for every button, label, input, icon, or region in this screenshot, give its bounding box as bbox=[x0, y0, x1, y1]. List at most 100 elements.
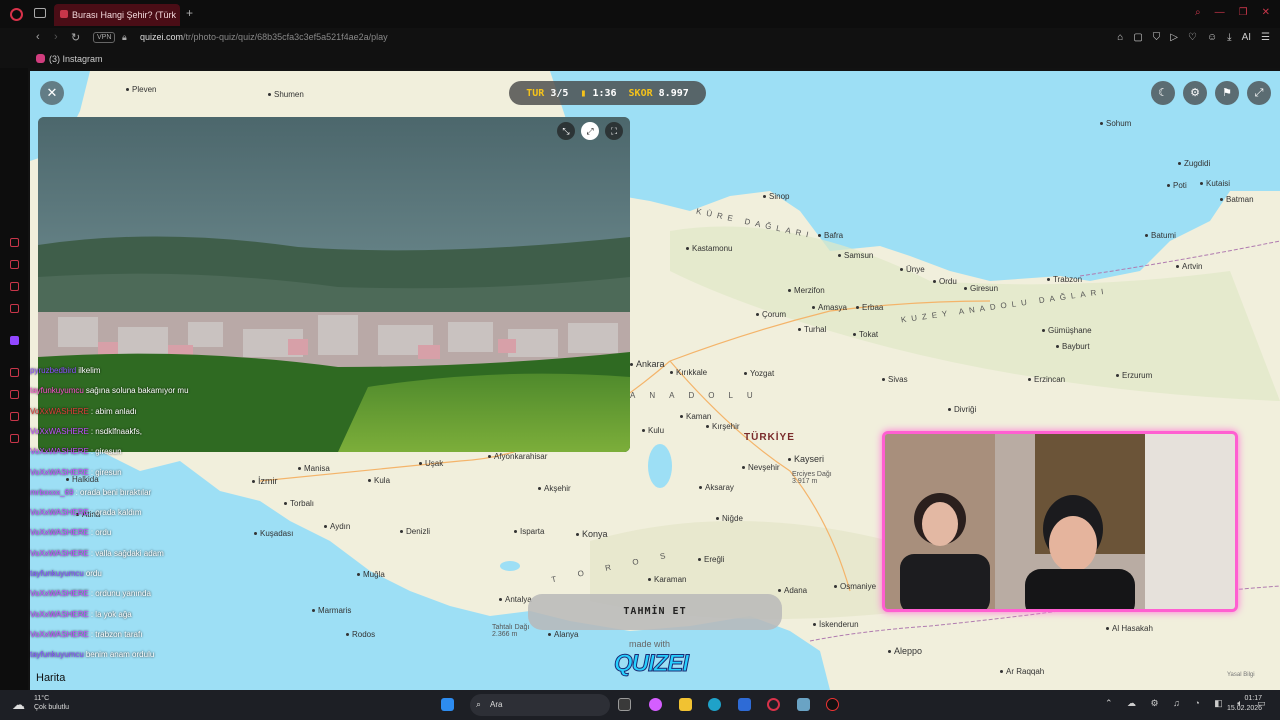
city-label: İskenderun bbox=[813, 620, 859, 629]
start-icon[interactable] bbox=[441, 698, 454, 711]
city-label: Niğde bbox=[716, 514, 743, 523]
chat-username[interactable]: tayfunkuyumcu bbox=[30, 650, 84, 659]
forward-icon[interactable]: › bbox=[54, 31, 58, 43]
made-with-text: made with bbox=[629, 639, 671, 649]
chat-message: VoXxWASHERE: abim anladı bbox=[30, 407, 137, 416]
city-label: Turhal bbox=[798, 325, 826, 334]
clock[interactable]: 01:17 15.02.2026 bbox=[1227, 694, 1262, 714]
copilot-icon[interactable] bbox=[649, 698, 662, 711]
city-label: Alanya bbox=[548, 630, 578, 639]
play-icon[interactable]: ▷ bbox=[1170, 32, 1178, 43]
quizei-logo[interactable]: QUIZEI bbox=[613, 650, 689, 678]
snapshot-icon[interactable]: ⌂ bbox=[1117, 32, 1123, 43]
obs-icon[interactable] bbox=[826, 698, 839, 711]
twitch-icon[interactable] bbox=[10, 336, 19, 345]
close-window-icon[interactable]: ✕ bbox=[1262, 7, 1270, 18]
chat-username[interactable]: VoXxWASHERE bbox=[30, 528, 89, 537]
profile-icon[interactable]: ☺ bbox=[1207, 32, 1217, 43]
tab-overview-icon[interactable] bbox=[34, 8, 46, 18]
gear-icon[interactable]: ⚙ bbox=[1183, 81, 1207, 105]
city-label: Batman bbox=[1220, 195, 1254, 204]
country-label: TÜRKİYE bbox=[744, 432, 795, 443]
file-explorer-icon[interactable] bbox=[679, 698, 692, 711]
heart-icon[interactable]: ♡ bbox=[1188, 32, 1197, 43]
sidebar-music-icon[interactable] bbox=[10, 304, 19, 313]
chat-username[interactable]: VoXxWASHERE bbox=[30, 610, 89, 619]
vpn-badge[interactable]: VPN bbox=[93, 32, 116, 43]
minimize-icon[interactable]: — bbox=[1215, 7, 1225, 18]
legal-link[interactable]: Yasal Bilgi bbox=[1227, 672, 1255, 678]
sidebar-history-icon[interactable] bbox=[10, 238, 19, 247]
search-tabs-icon[interactable]: ⌕ bbox=[1195, 7, 1201, 18]
menu-icon[interactable]: ☰ bbox=[1261, 32, 1270, 43]
sidebar-heart-icon[interactable] bbox=[10, 390, 19, 399]
chat-username[interactable]: VoXxWASHERE bbox=[30, 447, 89, 456]
tabs-icon[interactable]: ▢ bbox=[1133, 32, 1142, 43]
region-label: ANADOLU bbox=[630, 391, 767, 400]
chat-username[interactable]: VoXxWASHERE bbox=[30, 549, 89, 558]
chat-username[interactable]: VoXxWASHERE bbox=[30, 508, 89, 517]
opera-logo-icon[interactable] bbox=[10, 8, 23, 21]
dark-mode-icon[interactable]: ☾ bbox=[1151, 81, 1175, 105]
task-view-icon[interactable] bbox=[618, 698, 631, 711]
sidebar-rail bbox=[0, 68, 28, 690]
taskbar-search[interactable]: ⌕ Ara bbox=[470, 694, 610, 716]
sidebar-messenger-icon[interactable] bbox=[10, 282, 19, 291]
zoom-out-icon[interactable]: ⤡ bbox=[557, 122, 575, 140]
app-icon[interactable] bbox=[797, 698, 810, 711]
url-field[interactable]: quizei.com/tr/photo-quiz/quiz/68b35cfa3c… bbox=[140, 32, 388, 42]
chat-message: tayfunkuyumcu ordu bbox=[30, 569, 102, 578]
webcam-overlay bbox=[882, 431, 1238, 612]
url-host: quizei.com bbox=[140, 32, 184, 42]
city-label: Sinop bbox=[763, 192, 789, 201]
edge-icon[interactable] bbox=[708, 698, 721, 711]
city-label: Erzurum bbox=[1116, 371, 1152, 380]
city-label: Bayburt bbox=[1056, 342, 1090, 351]
city-label: Aksaray bbox=[699, 483, 734, 492]
sidebar-clock-icon[interactable] bbox=[10, 368, 19, 377]
chat-message: VoXxWASHERE: orada kaldım bbox=[30, 508, 142, 517]
reload-icon[interactable]: ↻ bbox=[71, 31, 80, 44]
city-label: Kastamonu bbox=[686, 244, 732, 253]
quiz-photo[interactable] bbox=[38, 117, 630, 452]
sidebar-bag-icon[interactable] bbox=[10, 260, 19, 269]
chat-username[interactable]: VoXxWASHERE bbox=[30, 630, 89, 639]
chat-username[interactable]: VoXxWASHERE bbox=[30, 407, 89, 416]
fullscreen-icon[interactable]: ⤢ bbox=[1247, 81, 1271, 105]
chat-username[interactable]: VoXxWASHERE bbox=[30, 427, 89, 436]
back-icon[interactable]: ‹ bbox=[36, 31, 40, 43]
chat-text: : giresun bbox=[90, 447, 122, 457]
opera-taskbar-icon[interactable] bbox=[767, 698, 780, 711]
tab-active[interactable]: Burası Hangi Şehir? (Türk bbox=[54, 4, 180, 26]
city-label: Ankara bbox=[630, 359, 665, 369]
download-icon[interactable]: ⤓ bbox=[1227, 32, 1231, 43]
weather-widget[interactable]: 11°C Çok bulutlu bbox=[34, 694, 69, 712]
city-label: Torbalı bbox=[284, 499, 314, 508]
weather-icon[interactable]: ☁ bbox=[12, 697, 25, 713]
chat-username[interactable]: VoXxWASHERE bbox=[30, 468, 89, 477]
city-label: Ünye bbox=[900, 265, 925, 274]
store-icon[interactable] bbox=[738, 698, 751, 711]
maximize-icon[interactable]: ❐ bbox=[1239, 7, 1248, 18]
shield-icon[interactable]: ⛉ bbox=[1153, 32, 1161, 43]
browser-tab-bar: Burası Hangi Şehir? (Türk + ⌕ — ❐ ✕ bbox=[0, 0, 1280, 28]
city-label: Manisa bbox=[298, 464, 330, 473]
new-tab-button[interactable]: + bbox=[186, 6, 193, 20]
lock-icon[interactable]: 🔒︎ bbox=[122, 32, 127, 43]
fullscreen-photo-icon[interactable]: ⛶ bbox=[605, 122, 623, 140]
chat-username[interactable]: tayfunkuyumcu bbox=[30, 386, 84, 395]
chat-username[interactable]: pyruzbedbird bbox=[30, 366, 76, 375]
chat-username[interactable]: mrboxxx_69 bbox=[30, 488, 74, 497]
bookmark-instagram[interactable]: (3) Instagram bbox=[36, 54, 103, 64]
city-label: Erzincan bbox=[1028, 375, 1065, 384]
sidebar-pin-icon[interactable] bbox=[10, 412, 19, 421]
guess-button[interactable]: TAHMİN ET bbox=[528, 594, 782, 630]
chat-username[interactable]: VoXxWASHERE bbox=[30, 589, 89, 598]
city-label: Adana bbox=[778, 586, 807, 595]
chat-username[interactable]: tayfunkuyumcu bbox=[30, 569, 84, 578]
ai-button[interactable]: AI bbox=[1242, 32, 1251, 43]
sidebar-settings-icon[interactable] bbox=[10, 434, 19, 443]
expand-icon[interactable]: ⤢ bbox=[581, 122, 599, 140]
flag-icon[interactable]: ⚑ bbox=[1215, 81, 1239, 105]
close-quiz-button[interactable]: ✕ bbox=[40, 81, 64, 105]
